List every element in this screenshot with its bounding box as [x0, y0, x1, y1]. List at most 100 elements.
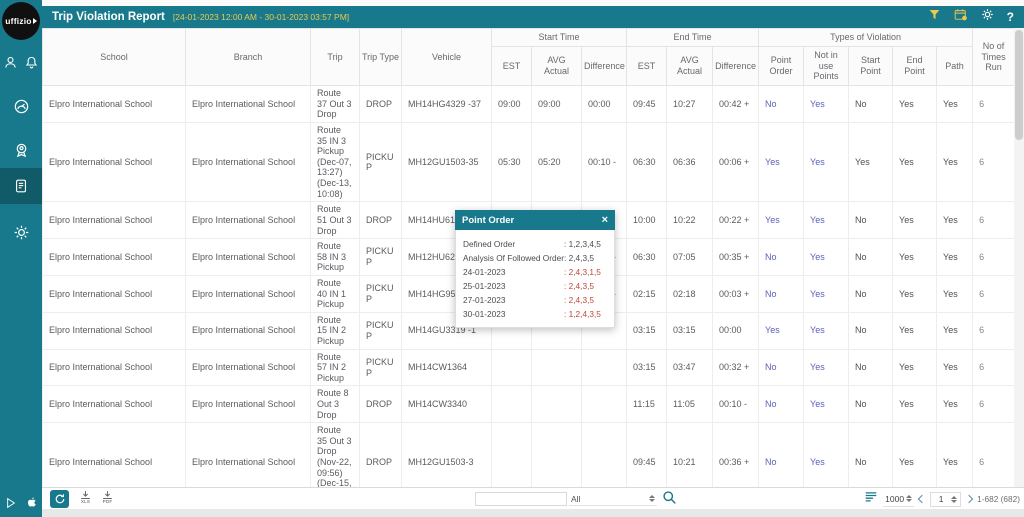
sidebar-store-links [0, 496, 42, 509]
table-cell: Route 8 Out 3 Drop [311, 386, 360, 423]
sidebar-item-performance-badge[interactable] [0, 132, 42, 168]
table-cell[interactable]: Yes [804, 349, 849, 386]
vertical-scrollbar[interactable] [1014, 28, 1024, 487]
col-point-order: Point Order [759, 46, 804, 85]
group-start-time: Start Time [492, 29, 627, 47]
table-cell: Elpro International School [186, 386, 311, 423]
table-cell: Route 57 IN 2 Pickup [311, 349, 360, 386]
help-icon[interactable]: ? [1007, 10, 1014, 24]
google-play-icon[interactable] [5, 497, 17, 509]
table-cell: Yes [893, 312, 937, 349]
table-cell: 10:00 [627, 202, 667, 239]
table-cell[interactable]: No [759, 423, 804, 487]
table-cell: Yes [937, 239, 973, 276]
export-pdf-button[interactable]: PDF [102, 490, 113, 504]
table-cell [582, 386, 627, 423]
rows-per-page-icon[interactable] [864, 490, 878, 508]
notification-bell-icon[interactable] [24, 55, 39, 70]
table-cell[interactable]: No [759, 86, 804, 123]
table-cell: MH14CW3340 [402, 386, 492, 423]
report-date-range[interactable]: [24-01-2023 12:00 AM - 30-01-2023 03:57 … [173, 12, 349, 22]
table-cell: No [849, 202, 893, 239]
previous-page-icon[interactable] [918, 495, 926, 503]
table-cell: Yes [937, 202, 973, 239]
table-cell[interactable]: No [759, 275, 804, 312]
next-page-icon[interactable] [965, 495, 973, 503]
table-cell: 06:30 [627, 123, 667, 202]
table-cell[interactable]: Yes [804, 202, 849, 239]
table-cell[interactable]: Yes [804, 275, 849, 312]
col-end-est: EST [627, 46, 667, 85]
scrollbar-thumb[interactable] [1015, 30, 1023, 140]
app-bar: Trip Violation Report [24-01-2023 12:00 … [42, 6, 1024, 28]
table-cell[interactable]: Yes [804, 123, 849, 202]
table-cell[interactable]: Yes [804, 312, 849, 349]
refresh-button[interactable] [50, 490, 69, 508]
table-cell: MH12GU1503-35 [402, 123, 492, 202]
user-icon[interactable] [3, 55, 18, 70]
search-icon[interactable] [662, 490, 677, 510]
popup-row-value: 2,4,3,5 [564, 251, 594, 265]
table-cell: No [849, 349, 893, 386]
col-times-run: No of Times Run [973, 29, 1014, 86]
table-cell: 00:35 + [713, 239, 759, 276]
export-xls-button[interactable]: XLS [80, 490, 91, 504]
table-cell: Route 51 Out 3 Drop [311, 202, 360, 239]
sidebar-item-reports[interactable] [0, 168, 42, 204]
select-caret-icon [649, 495, 655, 502]
table-cell: 03:15 [627, 349, 667, 386]
table-cell: Elpro International School [43, 275, 186, 312]
select-caret-icon [906, 495, 912, 502]
uffizio-logo[interactable]: uffizio [2, 2, 40, 40]
table-cell: MH14HG4329 -37 [402, 86, 492, 123]
popup-row-label: 27-01-2023 [463, 293, 564, 307]
table-cell[interactable]: Yes [759, 123, 804, 202]
sidebar-item-settings[interactable] [0, 214, 42, 250]
table-cell[interactable]: Yes [804, 86, 849, 123]
pagination: 1000 1-682 (682) [864, 490, 1020, 508]
table-cell: Elpro International School [186, 86, 311, 123]
page-number-input[interactable] [934, 494, 948, 504]
popup-row-value: 1,2,4,3,5 [564, 307, 601, 321]
table-cell[interactable]: Yes [759, 202, 804, 239]
page-size-select[interactable]: 1000 [883, 491, 914, 507]
table-row: Elpro International SchoolElpro Internat… [43, 123, 1015, 202]
search-input[interactable] [475, 492, 567, 506]
schedule-report-icon[interactable] [954, 8, 968, 26]
table-cell: Yes [893, 239, 937, 276]
popup-row: 25-01-20232,4,3,5 [463, 279, 607, 293]
point-order-popup: Point Order × Defined Order1,2,3,4,5Anal… [455, 210, 615, 328]
col-trip-type: Trip Type [360, 29, 402, 86]
search-column-value: All [571, 494, 580, 504]
table-cell[interactable]: No [759, 349, 804, 386]
table-cell[interactable]: Yes [759, 312, 804, 349]
table-cell[interactable]: No [759, 239, 804, 276]
sidebar-item-dashboard[interactable] [0, 88, 42, 124]
table-cell: 10:21 [667, 423, 713, 487]
table-cell[interactable]: Yes [804, 423, 849, 487]
apple-icon[interactable] [26, 496, 38, 509]
logo-text: uffizio [5, 16, 31, 26]
table-cell: 6 [973, 386, 1014, 423]
page-number-box [930, 492, 961, 507]
table-cell: 10:22 [667, 202, 713, 239]
table-cell [532, 423, 582, 487]
popup-row-value: 2,4,3,5 [564, 279, 594, 293]
table-cell: PICKUP [360, 275, 402, 312]
table-cell: 09:45 [627, 423, 667, 487]
filter-icon[interactable] [928, 8, 941, 26]
table-cell: Yes [893, 86, 937, 123]
table-cell: 10:27 [667, 86, 713, 123]
table-cell: 00:06 + [713, 123, 759, 202]
table-cell[interactable]: No [759, 386, 804, 423]
table-cell: 6 [973, 239, 1014, 276]
table-cell[interactable]: Yes [804, 239, 849, 276]
search-column-select[interactable]: All [569, 492, 657, 506]
col-start-diff: Difference [582, 46, 627, 85]
close-icon[interactable]: × [602, 214, 608, 226]
sidebar-quick-icons [0, 55, 42, 70]
settings-gear-icon[interactable] [981, 8, 994, 26]
table-cell: Elpro International School [43, 312, 186, 349]
table-cell: Elpro International School [186, 423, 311, 487]
table-cell[interactable]: Yes [804, 386, 849, 423]
